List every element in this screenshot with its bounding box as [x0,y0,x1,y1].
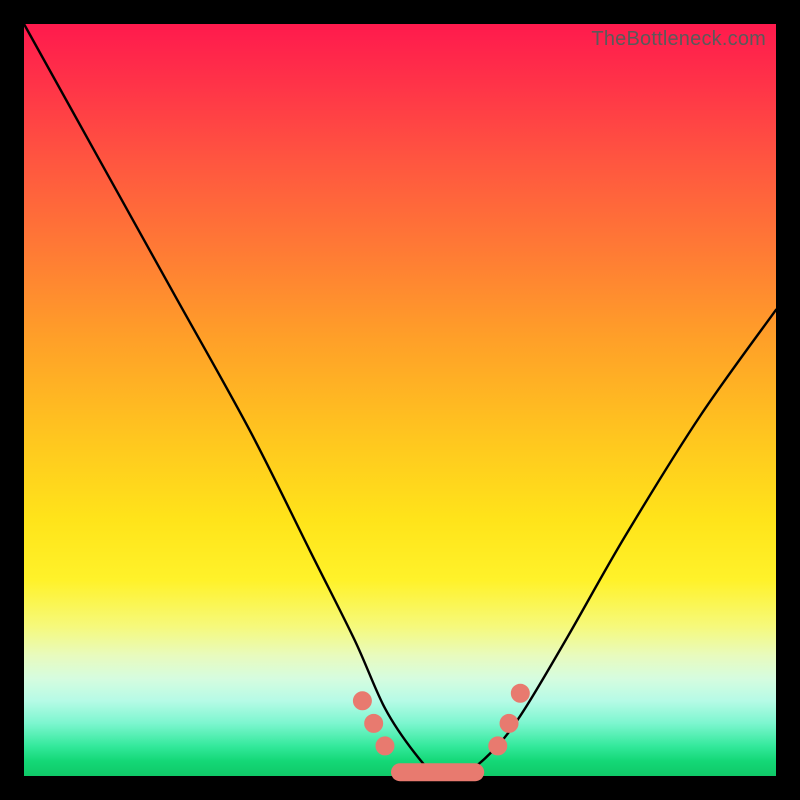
marker-dot [365,714,383,732]
chart-frame: TheBottleneck.com [0,0,800,800]
right-cluster-markers [489,684,530,755]
marker-dot [511,684,529,702]
marker-dot [500,714,518,732]
bottleneck-curve-svg [24,24,776,776]
bottleneck-curve [24,24,776,779]
left-cluster-markers [353,692,394,755]
marker-dot [353,692,371,710]
marker-dot [489,737,507,755]
marker-dot [376,737,394,755]
plot-area: TheBottleneck.com [24,24,776,776]
